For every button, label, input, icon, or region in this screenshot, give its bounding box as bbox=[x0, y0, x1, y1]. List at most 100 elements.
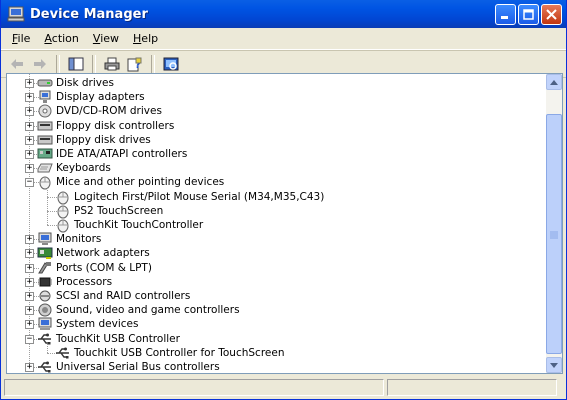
device-category[interactable]: DVD/CD-ROM drives bbox=[37, 104, 162, 118]
expand-button[interactable]: + bbox=[25, 93, 34, 103]
device-category[interactable]: Ports (COM & LPT) bbox=[37, 261, 152, 275]
menu-file[interactable]: File bbox=[5, 30, 37, 47]
device-item[interactable]: Logitech First/Pilot Mouse Serial (M34,M… bbox=[55, 190, 324, 205]
computer-icon bbox=[7, 6, 25, 22]
properties-help-button[interactable]: ? bbox=[125, 54, 145, 74]
collapse-button[interactable]: − bbox=[25, 334, 34, 344]
ide-controller-icon bbox=[37, 147, 53, 161]
tree-item-label: Display adapters bbox=[56, 91, 145, 104]
scroll-down-button[interactable] bbox=[546, 357, 562, 373]
device-category[interactable]: Floppy disk controllers bbox=[37, 119, 174, 133]
usb-icon bbox=[37, 332, 53, 346]
expand-button[interactable]: + bbox=[25, 150, 34, 159]
expand-button[interactable]: + bbox=[25, 263, 34, 273]
expand-button[interactable]: + bbox=[25, 135, 34, 145]
floppy-drive-icon bbox=[37, 133, 53, 147]
expand-button[interactable]: + bbox=[25, 164, 34, 174]
menu-help-label: elp bbox=[141, 32, 159, 45]
status-pane bbox=[387, 378, 557, 396]
print-button[interactable] bbox=[102, 54, 122, 74]
device-category[interactable]: Sound, video and game controllers bbox=[37, 303, 240, 317]
device-category[interactable]: Keyboards bbox=[37, 161, 111, 175]
mouse-icon bbox=[55, 190, 71, 205]
expand-button[interactable]: + bbox=[25, 363, 34, 372]
menu-action[interactable]: Action bbox=[37, 30, 85, 47]
tree-item-label: Universal Serial Bus controllers bbox=[56, 361, 220, 373]
system-device-icon bbox=[37, 317, 53, 331]
forward-button[interactable] bbox=[30, 54, 50, 74]
device-category[interactable]: SCSI and RAID controllers bbox=[37, 289, 190, 303]
sound-icon bbox=[37, 303, 53, 317]
collapse-button[interactable]: − bbox=[25, 178, 34, 188]
device-tree-panel: + Disk drives + Display adapters + DVD/CD-ROM… bbox=[6, 73, 563, 374]
scroll-up-button[interactable] bbox=[546, 74, 562, 90]
device-category[interactable]: IDE ATA/ATAPI controllers bbox=[37, 147, 187, 161]
device-category[interactable]: Universal Serial Bus controllers bbox=[37, 360, 220, 373]
device-manager-window: Device Manager File Action View Help ? +… bbox=[0, 0, 567, 400]
expand-button[interactable]: + bbox=[25, 249, 34, 259]
display-adapter-icon bbox=[37, 90, 53, 104]
show-hide-tree-button[interactable] bbox=[66, 54, 86, 74]
disk-drive-icon bbox=[37, 76, 53, 90]
tree-item-label: Touchkit USB Controller for TouchScreen bbox=[74, 346, 285, 359]
tree-item-label: Ports (COM & LPT) bbox=[56, 261, 152, 274]
tree-item-label: System devices bbox=[56, 318, 139, 331]
maximize-icon bbox=[523, 8, 534, 20]
expand-button[interactable]: + bbox=[25, 79, 34, 88]
tree-item-label: Network adapters bbox=[56, 247, 150, 260]
menu-file-label: ile bbox=[17, 32, 31, 45]
tree-item-label: TouchKit TouchController bbox=[74, 219, 204, 231]
maximize-button[interactable] bbox=[518, 3, 539, 25]
expand-button[interactable]: + bbox=[25, 235, 34, 245]
device-category[interactable]: Processors bbox=[37, 275, 112, 289]
status-pane bbox=[4, 378, 384, 396]
properties-icon: ? bbox=[127, 57, 142, 71]
tree-item-label: TouchKit USB Controller bbox=[56, 332, 180, 345]
menu-view-label: iew bbox=[100, 32, 120, 45]
back-button[interactable] bbox=[7, 54, 27, 74]
console-tree-icon bbox=[68, 57, 84, 71]
expand-button[interactable]: + bbox=[25, 306, 34, 316]
grip-icon bbox=[550, 231, 558, 239]
title-bar[interactable]: Device Manager bbox=[1, 0, 566, 28]
status-bar bbox=[1, 375, 566, 399]
expand-button[interactable]: + bbox=[25, 277, 34, 287]
close-button[interactable] bbox=[541, 3, 562, 25]
menu-view[interactable]: View bbox=[86, 30, 126, 47]
device-item[interactable]: TouchKit TouchController bbox=[55, 218, 204, 233]
tree-item-label: PS2 TouchScreen bbox=[74, 204, 164, 217]
device-category[interactable]: Network adapters bbox=[37, 246, 150, 260]
minimize-button[interactable] bbox=[495, 3, 516, 25]
device-item[interactable]: PS2 TouchScreen bbox=[55, 204, 164, 219]
expand-button[interactable]: + bbox=[25, 320, 34, 330]
window-title: Device Manager bbox=[30, 6, 148, 22]
device-category[interactable]: Mice and other pointing devices bbox=[37, 175, 225, 190]
expand-button[interactable]: + bbox=[25, 121, 34, 131]
tree-item-label: Sound, video and game controllers bbox=[56, 304, 240, 317]
tree-connector-line bbox=[47, 343, 48, 353]
chevron-up-icon bbox=[550, 79, 558, 85]
device-category[interactable]: Monitors bbox=[37, 232, 101, 246]
chevron-down-icon bbox=[550, 362, 558, 368]
expand-button[interactable]: + bbox=[25, 107, 34, 117]
toolbar-separator bbox=[56, 55, 60, 73]
menu-action-accel: A bbox=[44, 32, 52, 45]
device-category[interactable]: Display adapters bbox=[37, 90, 145, 104]
device-category[interactable]: Floppy disk drives bbox=[37, 133, 151, 147]
expand-button[interactable]: + bbox=[25, 292, 34, 301]
toolbar-separator bbox=[92, 55, 96, 73]
device-category[interactable]: System devices bbox=[37, 317, 138, 331]
tree-item-label: Mice and other pointing devices bbox=[56, 176, 225, 189]
usb-icon bbox=[37, 360, 53, 373]
keyboard-icon bbox=[37, 161, 53, 175]
scroll-thumb[interactable] bbox=[546, 114, 562, 354]
tree-item-label: Disk drives bbox=[56, 77, 114, 89]
device-category[interactable]: TouchKit USB Controller bbox=[37, 332, 180, 346]
scan-hardware-button[interactable] bbox=[161, 54, 181, 74]
device-item[interactable]: Touchkit USB Controller for TouchScreen bbox=[55, 346, 284, 360]
device-category[interactable]: Disk drives bbox=[37, 76, 114, 90]
menu-help[interactable]: Help bbox=[126, 30, 165, 47]
cdrom-icon bbox=[37, 104, 53, 118]
vertical-scrollbar[interactable] bbox=[546, 74, 562, 373]
back-arrow-icon bbox=[11, 59, 23, 69]
